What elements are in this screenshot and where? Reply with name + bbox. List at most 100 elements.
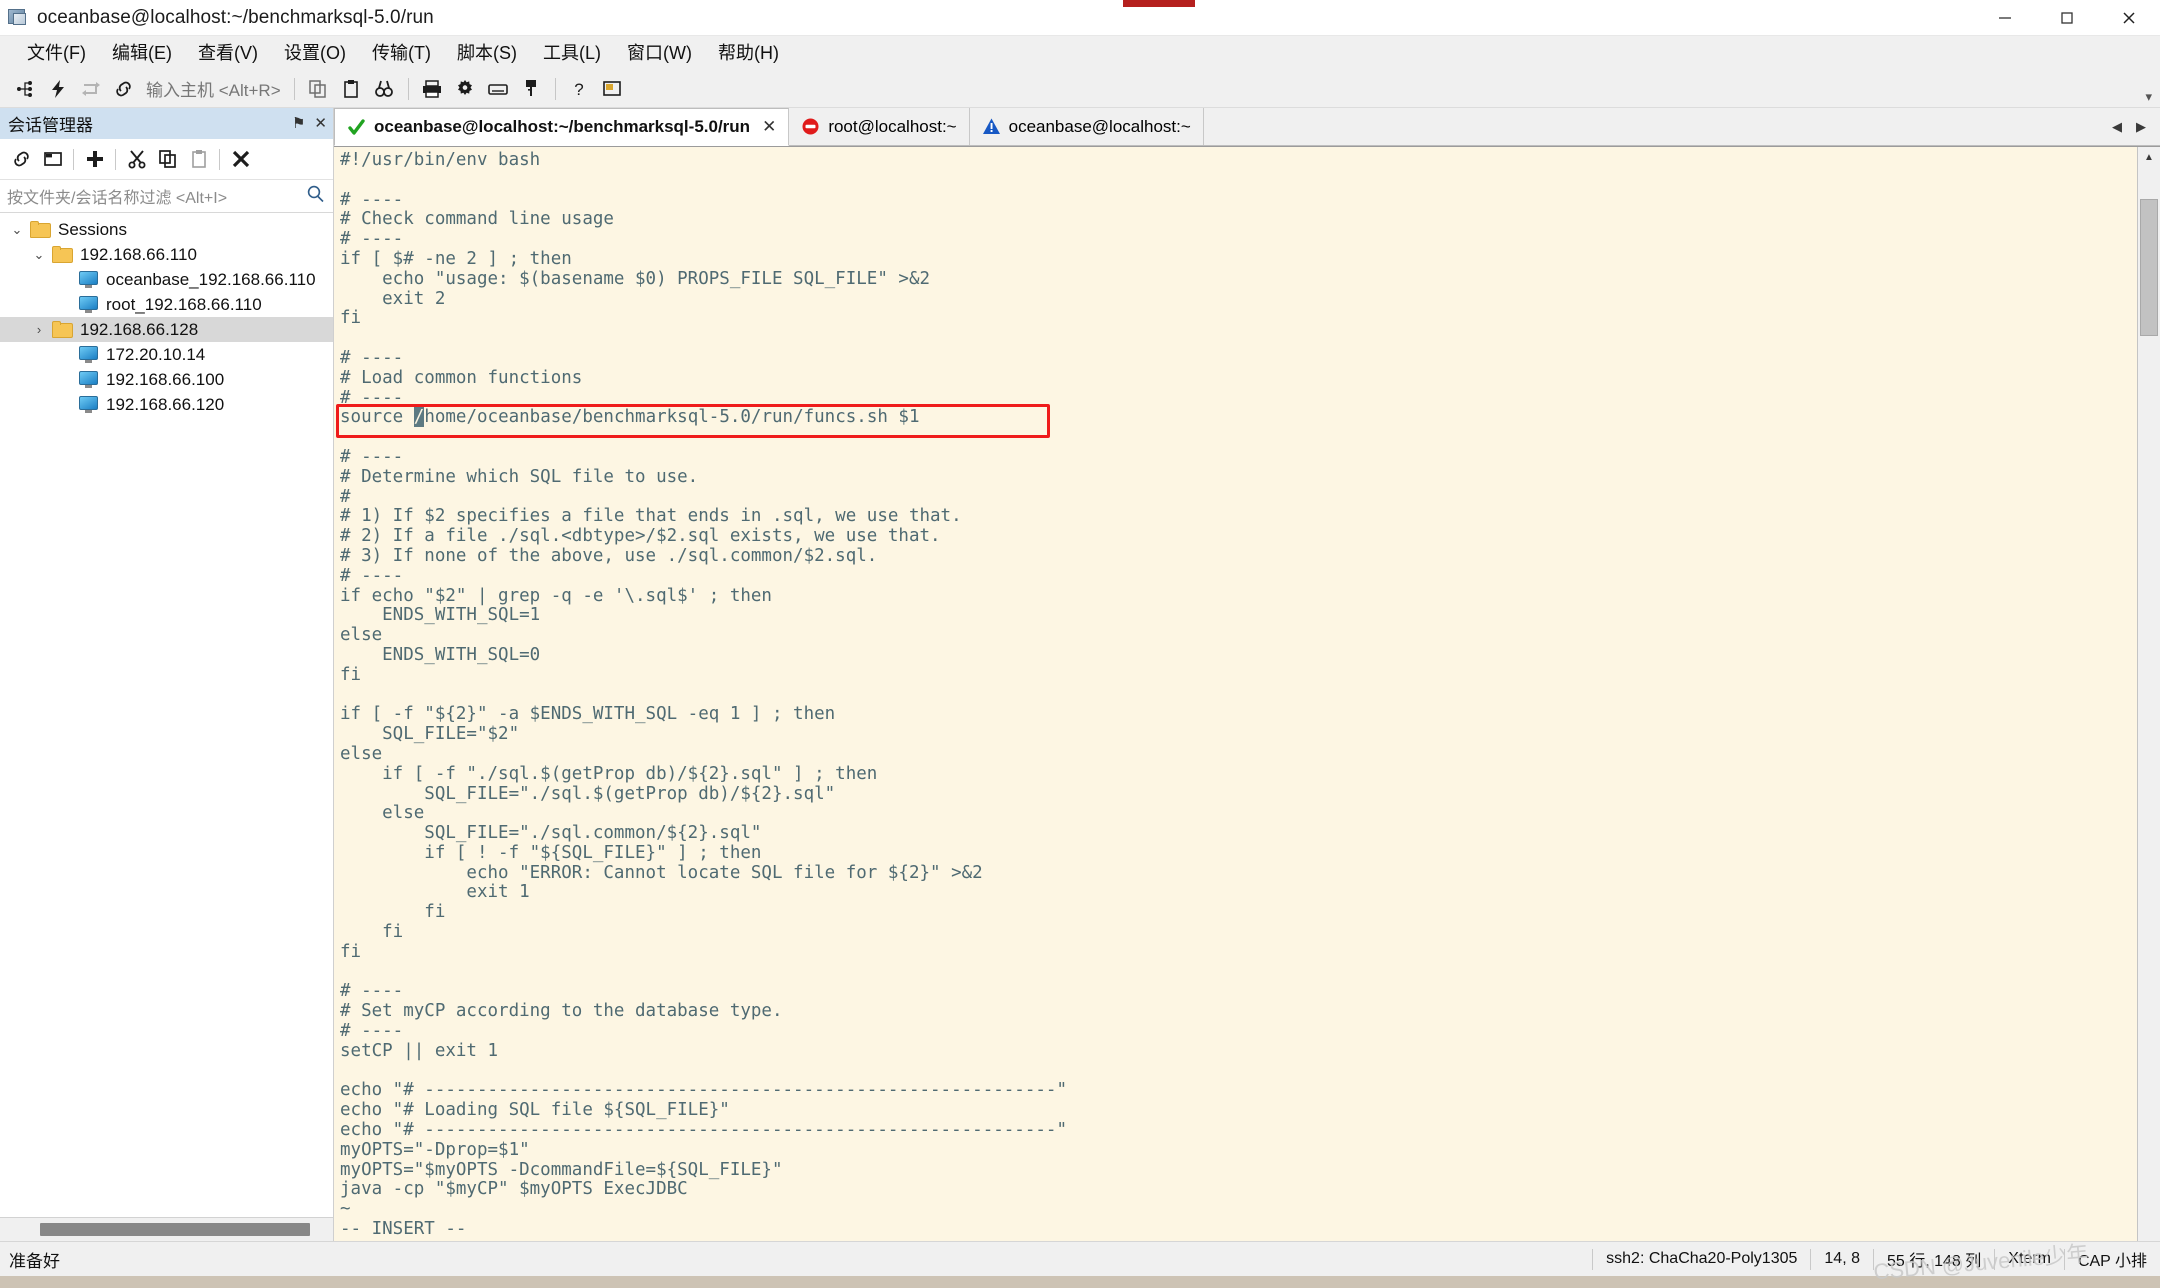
tree-item-192-168-66-128-folder[interactable]: › 192.168.66.128 [0, 317, 333, 342]
app-icon [7, 7, 29, 29]
copy-icon[interactable] [302, 74, 335, 104]
paste-icon[interactable] [183, 144, 214, 174]
menu-script[interactable]: 脚本(S) [444, 36, 530, 70]
scrollbar-thumb[interactable] [2140, 199, 2158, 336]
toolbar-separator [407, 77, 409, 100]
terminal-line: # [340, 486, 351, 507]
maximize-button[interactable] [2036, 0, 2098, 35]
chevron-down-icon[interactable]: ⌄ [4, 222, 30, 238]
close-panel-icon[interactable]: ✕ [314, 116, 327, 131]
new-folder-icon[interactable] [37, 144, 68, 174]
session-filter[interactable]: 按文件夹/会话名称过滤 <Alt+I> [0, 180, 333, 213]
tree-item-192-168-66-120[interactable]: 192.168.66.120 [0, 392, 333, 417]
link-icon[interactable] [6, 144, 37, 174]
toolbar-overflow-icon[interactable]: ▾ [2145, 89, 2152, 107]
terminal-line: # ---- [340, 189, 404, 210]
terminal-line: else [340, 625, 383, 646]
reconnect-icon[interactable] [74, 74, 107, 104]
terminal-line: if [ -f "${2}" -a $ENDS_WITH_SQL -eq 1 ]… [340, 704, 836, 725]
menu-tools[interactable]: 工具(L) [530, 36, 614, 70]
minimize-button[interactable] [1974, 0, 2036, 35]
terminal-line: setCP || exit 1 [340, 1040, 499, 1061]
chevron-right-icon[interactable]: › [26, 322, 52, 337]
host-input[interactable]: 输入主机 <Alt+R> [146, 76, 281, 101]
terminal-line: if echo "$2" | grep -q -e '\.sql$' ; the… [340, 585, 772, 606]
scroll-up-icon[interactable]: ▲ [2138, 147, 2160, 167]
key-manager-icon[interactable] [515, 74, 548, 104]
terminal-line: #!/usr/bin/env bash [340, 150, 541, 170]
menu-window[interactable]: 窗口(W) [614, 36, 705, 70]
tree-item-sessions[interactable]: ⌄ Sessions [0, 217, 333, 242]
menu-settings[interactable]: 设置(O) [271, 36, 359, 70]
terminal-line: fi [340, 922, 404, 943]
tree-item-label: root_192.168.66.110 [106, 294, 262, 314]
tab-root-localhost[interactable]: root@localhost:~ [789, 108, 970, 145]
tab-close-icon[interactable]: ✕ [762, 117, 776, 137]
tab-scroll-left-icon[interactable]: ◀ [2106, 119, 2128, 135]
tab-label: root@localhost:~ [828, 116, 957, 136]
tab-scroll-right-icon[interactable]: ▶ [2130, 119, 2152, 135]
terminal-line: echo "# --------------------------------… [340, 1120, 1067, 1141]
paste-icon[interactable] [335, 74, 368, 104]
add-session-icon[interactable] [79, 144, 110, 174]
session-filter-input[interactable]: 按文件夹/会话名称过滤 <Alt+I> [7, 184, 227, 208]
close-button[interactable] [2098, 0, 2160, 35]
tree-item-label: 192.168.66.120 [106, 394, 225, 414]
delete-icon[interactable] [225, 144, 256, 174]
terminal-line: # Check command line usage [340, 209, 614, 230]
folder-icon [30, 221, 51, 238]
terminal-line: fi [340, 308, 362, 329]
scrollbar-thumb[interactable] [40, 1223, 310, 1236]
menu-edit[interactable]: 编辑(E) [99, 36, 185, 70]
disconnect-icon[interactable] [107, 74, 140, 104]
terminal-line: ~ [340, 1199, 351, 1220]
find-icon[interactable] [368, 74, 401, 104]
tree-item-label: Sessions [58, 219, 127, 239]
new-session-icon[interactable] [8, 74, 41, 104]
chevron-down-icon[interactable]: ⌄ [26, 247, 52, 263]
tab-oceanbase-benchmarksql[interactable]: oceanbase@localhost:~/benchmarksql-5.0/r… [334, 108, 790, 146]
screen-capture-icon[interactable] [596, 74, 629, 104]
terminal-line: SQL_FILE="./sql.common/${2}.sql" [340, 823, 762, 844]
tab-bar: oceanbase@localhost:~/benchmarksql-5.0/r… [334, 108, 2160, 146]
window-controls [1974, 0, 2160, 35]
terminal-line: exit 1 [340, 882, 530, 903]
menu-help[interactable]: 帮助(H) [705, 36, 792, 70]
window-title: oceanbase@localhost:~/benchmarksql-5.0/r… [37, 6, 434, 28]
terminal-line: java -cp "$myCP" $myOPTS ExecJDBC [340, 1179, 688, 1200]
status-caps: CAP 小排 [2063, 1248, 2160, 1270]
session-manager-title: 会话管理器 [8, 116, 93, 135]
terminal-line: echo "# --------------------------------… [340, 1080, 1067, 1101]
error-circle-icon [801, 117, 820, 136]
tab-label: oceanbase@localhost:~/benchmarksql-5.0/r… [374, 117, 751, 136]
quick-connect-icon[interactable] [41, 74, 74, 104]
keyboard-icon[interactable] [482, 74, 515, 104]
cut-icon[interactable] [121, 144, 152, 174]
terminal-line: else [340, 743, 383, 764]
session-manager-header: 会话管理器 ⚑ ✕ [0, 108, 333, 139]
print-icon[interactable] [416, 74, 449, 104]
menu-file[interactable]: 文件(F) [14, 36, 99, 70]
tab-oceanbase-localhost[interactable]: oceanbase@localhost:~ [969, 108, 1204, 145]
terminal-line: if [ ! -f "${SQL_FILE}" ] ; then [340, 842, 762, 863]
search-icon[interactable] [306, 184, 325, 208]
session-tree[interactable]: ⌄ Sessions ⌄ 192.168.66.110 oceanbase_19… [0, 213, 333, 1217]
help-icon[interactable]: ? [563, 74, 596, 104]
terminal-line: echo "# Loading SQL file ${SQL_FILE}" [340, 1100, 730, 1121]
pin-icon[interactable]: ⚑ [292, 116, 305, 131]
menu-view[interactable]: 查看(V) [185, 36, 271, 70]
terminal-vertical-scrollbar[interactable]: ▲ [2137, 147, 2160, 1241]
toolbar-separator [554, 77, 556, 100]
tree-item-root-192-168-66-110[interactable]: root_192.168.66.110 [0, 292, 333, 317]
tree-item-172-20-10-14[interactable]: 172.20.10.14 [0, 342, 333, 367]
sidebar-horizontal-scrollbar[interactable] [0, 1217, 333, 1241]
tree-item-192-168-66-110-folder[interactable]: ⌄ 192.168.66.110 [0, 242, 333, 267]
settings-icon[interactable] [449, 74, 482, 104]
terminal-line: # ---- [340, 1021, 404, 1042]
menu-transfer[interactable]: 传输(T) [359, 36, 444, 70]
tree-item-oceanbase-192-168-66-110[interactable]: oceanbase_192.168.66.110 [0, 267, 333, 292]
tree-item-192-168-66-100[interactable]: 192.168.66.100 [0, 367, 333, 392]
copy-icon[interactable] [152, 144, 183, 174]
terminal-line: # Load common functions [340, 367, 583, 388]
terminal-screen[interactable]: #!/usr/bin/env bash # ---- # Check comman… [334, 147, 2137, 1241]
